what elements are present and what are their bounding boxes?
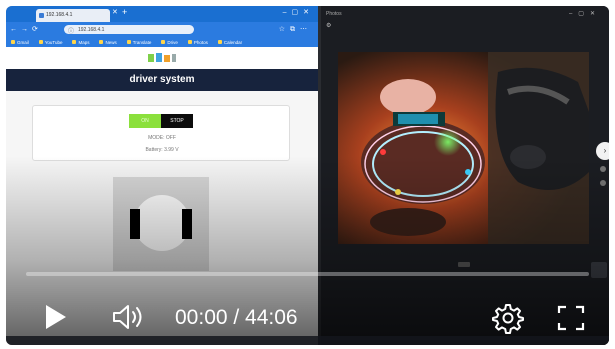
- control-card: ON STOP MODE: OFF Battery: 3.99 V: [32, 105, 290, 161]
- window-controls[interactable]: –▢✕: [283, 8, 314, 16]
- viewer-window-controls[interactable]: –▢✕: [569, 10, 601, 17]
- navigation-icons[interactable]: ←→⟳: [10, 25, 42, 33]
- tab-strip: 192.168.4.1 ✕ + –▢✕: [6, 6, 318, 22]
- gear-icon[interactable]: [492, 302, 524, 334]
- bookmark-item[interactable]: Gmail: [11, 40, 29, 45]
- on-button[interactable]: ON: [129, 114, 161, 128]
- address-row: ←→⟳ ⓘ 192.168.4.1 ☆⧉⋯: [6, 22, 318, 37]
- bookmark-label: Maps: [78, 39, 90, 45]
- time-display: 00:00 / 44:06: [175, 306, 298, 329]
- video-frame[interactable]: 192.168.4.1 ✕ + –▢✕ ←→⟳ ⓘ 192.168.4.1 ☆⧉…: [6, 6, 609, 345]
- page-title: driver system: [6, 69, 318, 91]
- bookmark-icon: [217, 40, 222, 44]
- bookmark-item[interactable]: Photos: [187, 39, 208, 45]
- battery-status: Battery: 3.99 V: [145, 147, 179, 153]
- close-tab-icon[interactable]: ✕: [112, 8, 118, 16]
- bookmark-label: News: [105, 39, 117, 45]
- bookmark-icon: [38, 40, 43, 44]
- bookmark-item[interactable]: Drive: [161, 40, 178, 45]
- taskbar: [6, 336, 609, 345]
- tab-title: 192.168.4.1: [46, 12, 73, 18]
- bookmark-icon: [11, 40, 15, 44]
- fullscreen-icon[interactable]: [556, 304, 586, 332]
- bookmark-label: Translate: [132, 39, 152, 45]
- info-icon: ⓘ: [68, 29, 75, 35]
- bookmark-label: YouTube: [44, 39, 63, 45]
- play-icon[interactable]: [42, 302, 70, 332]
- bookmark-label: Calendar: [223, 39, 243, 45]
- progress-bar[interactable]: [26, 272, 589, 276]
- bookmark-label: Gmail: [17, 39, 29, 45]
- viewer-title: Photos: [326, 11, 342, 17]
- bookmark-icon: [72, 40, 77, 44]
- stop-button[interactable]: STOP: [161, 114, 193, 128]
- viewer-menu-icon[interactable]: ⚙: [326, 22, 331, 29]
- bookmark-item[interactable]: Maps: [72, 40, 89, 45]
- bookmark-item[interactable]: News: [99, 39, 117, 45]
- bookmark-item[interactable]: Calendar: [217, 39, 243, 45]
- bookmark-icon: [161, 40, 166, 44]
- new-tab-icon[interactable]: +: [122, 7, 127, 17]
- bookmark-item[interactable]: Translate: [126, 39, 152, 45]
- bookmark-icon: [187, 40, 192, 44]
- bookmark-label: Photos: [193, 39, 208, 45]
- toolbar-icons[interactable]: ☆⧉⋯: [279, 25, 312, 34]
- bookmark-icon: [126, 40, 131, 44]
- bookmark-icon: [99, 40, 104, 44]
- browser-tab[interactable]: 192.168.4.1: [36, 9, 110, 22]
- address-text: 192.168.4.1: [78, 27, 105, 33]
- address-bar[interactable]: ⓘ 192.168.4.1: [64, 25, 194, 35]
- bookmark-item[interactable]: YouTube: [38, 39, 63, 45]
- favicon-icon: [39, 13, 44, 18]
- bookmark-label: Drive: [167, 39, 178, 45]
- volume-icon[interactable]: [110, 302, 150, 332]
- mode-status: MODE: OFF: [148, 135, 176, 141]
- logo-area: [6, 47, 318, 69]
- logo-icon: [148, 53, 176, 62]
- bookmarks-bar: Gmail YouTube Maps News Translate Drive Photos…: [6, 37, 318, 47]
